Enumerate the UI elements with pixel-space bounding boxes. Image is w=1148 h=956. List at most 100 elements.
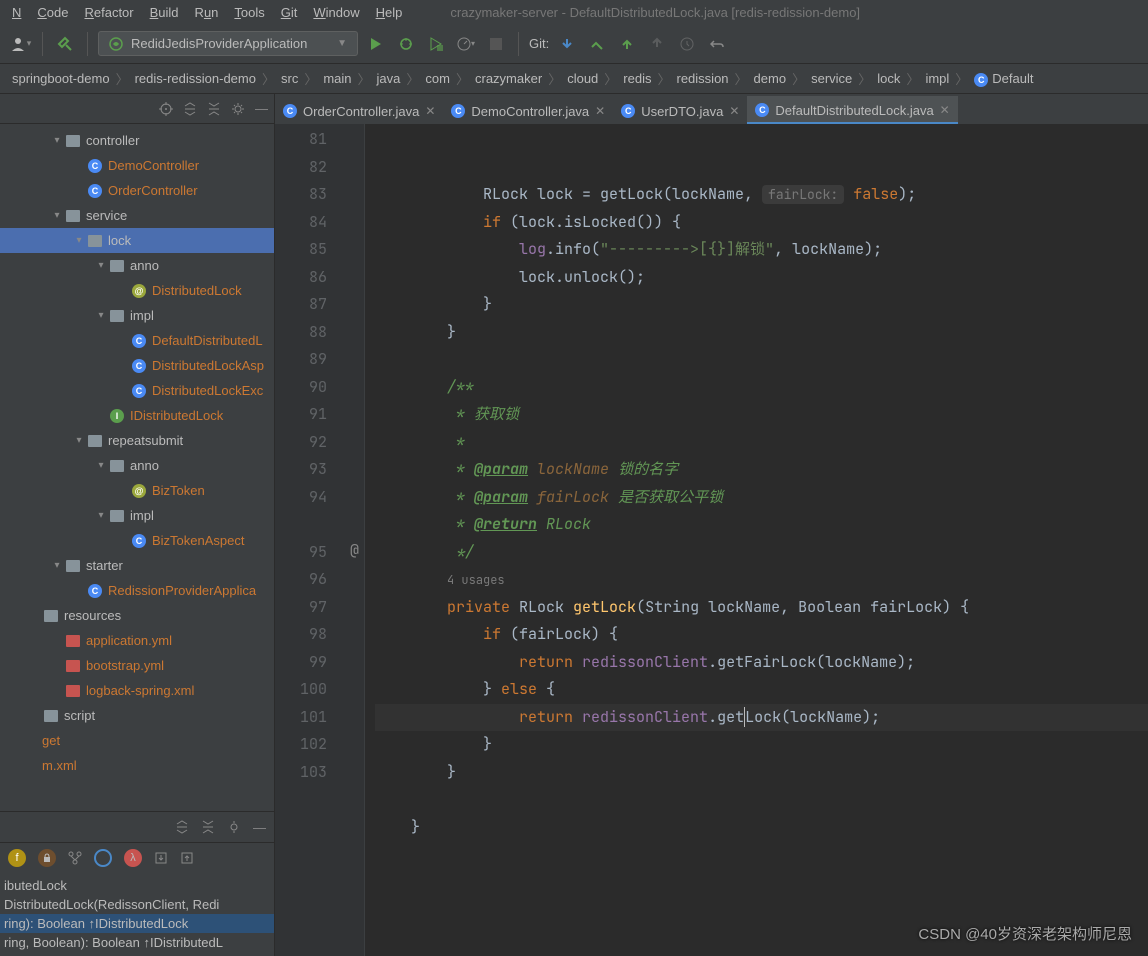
crumb[interactable]: springboot-demo [8, 71, 114, 86]
code-area[interactable]: 8182838485868788899091929394959697989910… [275, 124, 1148, 956]
editor-tab[interactable]: CDefaultDistributedLock.java✕ [747, 96, 957, 124]
target-icon[interactable] [159, 102, 173, 116]
filter-circle-icon[interactable] [94, 849, 112, 867]
menu-build[interactable]: Build [142, 3, 187, 22]
tree-item[interactable]: @DistributedLock [0, 278, 274, 303]
tree-item[interactable]: CDefaultDistributedL [0, 328, 274, 353]
structure-item[interactable]: ring, Boolean): Boolean ↑IDistributedL [0, 933, 274, 952]
gear-icon[interactable] [227, 820, 241, 834]
editor-tab[interactable]: CUserDTO.java✕ [613, 96, 747, 124]
git-commit-icon[interactable] [585, 32, 609, 56]
editor-tabs: COrderController.java✕CDemoController.ja… [275, 94, 1148, 124]
menu-code[interactable]: Code [29, 3, 76, 22]
tree-item[interactable]: IIDistributedLock [0, 403, 274, 428]
crumb[interactable]: crazymaker [471, 71, 546, 86]
tree-item[interactable]: ▾anno [0, 453, 274, 478]
tree-item[interactable]: bootstrap.yml [0, 653, 274, 678]
crumb[interactable]: redis [619, 71, 655, 86]
tree-item[interactable]: ▾anno [0, 253, 274, 278]
coverage-icon[interactable] [424, 32, 448, 56]
crumb[interactable]: redis-redission-demo [131, 71, 260, 86]
close-icon[interactable]: ✕ [729, 104, 739, 118]
tree-item[interactable]: script [0, 703, 274, 728]
tree-item[interactable]: @BizToken [0, 478, 274, 503]
filter-lock-icon[interactable] [38, 849, 56, 867]
tree-item[interactable]: ▾service [0, 203, 274, 228]
close-icon[interactable]: ✕ [940, 103, 950, 117]
close-icon[interactable]: ✕ [425, 104, 435, 118]
menu-tools[interactable]: Tools [226, 3, 272, 22]
tree-item[interactable]: COrderController [0, 178, 274, 203]
run-icon[interactable] [364, 32, 388, 56]
menu-window[interactable]: Window [305, 3, 367, 22]
crumb[interactable]: service [807, 71, 856, 86]
crumb[interactable]: src [277, 71, 302, 86]
arrow-down-icon[interactable] [154, 851, 168, 865]
tree-item[interactable]: ▾lock [0, 228, 274, 253]
filter-fields-icon[interactable]: f [8, 849, 26, 867]
filter-lambda-icon[interactable]: λ [124, 849, 142, 867]
project-tree[interactable]: ▾controllerCDemoControllerCOrderControll… [0, 124, 274, 811]
editor-tab[interactable]: CDemoController.java✕ [443, 96, 613, 124]
tree-item[interactable]: ▾controller [0, 128, 274, 153]
crumb[interactable]: java [373, 71, 405, 86]
tree-item[interactable]: CRedissionProviderApplica [0, 578, 274, 603]
tree-item[interactable]: logback-spring.xml [0, 678, 274, 703]
tree-item[interactable]: application.yml [0, 628, 274, 653]
crumb[interactable]: impl [921, 71, 953, 86]
structure-body[interactable]: ibutedLockDistributedLock(RedissonClient… [0, 872, 274, 956]
structure-item[interactable]: DistributedLock(RedissonClient, Redi [0, 895, 274, 914]
minimize-icon[interactable]: — [253, 820, 266, 835]
crumb[interactable]: com [421, 71, 454, 86]
tree-item[interactable]: CDistributedLockExc [0, 378, 274, 403]
run-config-dropdown[interactable]: RedidJedisProviderApplication ▼ [98, 31, 358, 56]
tree-item[interactable]: get [0, 728, 274, 753]
crumb[interactable]: demo [750, 71, 791, 86]
structure-item[interactable]: ibutedLock [0, 876, 274, 895]
tree-item[interactable]: ▾starter [0, 553, 274, 578]
tree-item[interactable]: CDemoController [0, 153, 274, 178]
profile-icon[interactable]: ▾ [454, 32, 478, 56]
expand-icon[interactable] [183, 102, 197, 116]
code[interactable]: RLock lock = getLock(lockName, fairLock:… [365, 124, 1148, 956]
collapse-icon[interactable] [201, 820, 215, 834]
menu-git[interactable]: Git [273, 3, 306, 22]
tree-item[interactable]: m.xml [0, 753, 274, 778]
branch-icon[interactable] [68, 851, 82, 865]
gear-icon[interactable] [231, 102, 245, 116]
git-push-icon[interactable] [615, 32, 639, 56]
arrow-up-icon[interactable] [180, 851, 194, 865]
collapse-icon[interactable] [207, 102, 221, 116]
menu-help[interactable]: Help [368, 3, 411, 22]
tree-item[interactable]: resources [0, 603, 274, 628]
clock-icon[interactable] [675, 32, 699, 56]
crumb[interactable]: CDefault [970, 71, 1037, 87]
crumb[interactable]: redission [673, 71, 733, 86]
tree-item[interactable]: ▾impl [0, 303, 274, 328]
close-icon[interactable]: ✕ [595, 104, 605, 118]
breadcrumb: springboot-demo〉redis-redission-demo〉src… [0, 64, 1148, 94]
expand-icon[interactable] [175, 820, 189, 834]
tree-item[interactable]: ▾impl [0, 503, 274, 528]
git-pull-icon[interactable] [555, 32, 579, 56]
menu-run[interactable]: Run [187, 3, 227, 22]
undo-icon[interactable] [705, 32, 729, 56]
hammer-icon[interactable] [53, 32, 77, 56]
menu-navigate[interactable]: N [4, 3, 29, 22]
user-icon[interactable]: ▾ [8, 32, 32, 56]
editor: COrderController.java✕CDemoController.ja… [275, 94, 1148, 956]
minimize-icon[interactable]: — [255, 101, 268, 116]
structure-item[interactable]: ring): Boolean ↑IDistributedLock [0, 914, 274, 933]
git-history-icon[interactable] [645, 32, 669, 56]
tree-item[interactable]: ▾repeatsubmit [0, 428, 274, 453]
stop-icon[interactable] [484, 32, 508, 56]
editor-tab[interactable]: COrderController.java✕ [275, 96, 443, 124]
debug-icon[interactable] [394, 32, 418, 56]
tree-item[interactable]: CDistributedLockAsp [0, 353, 274, 378]
crumb[interactable]: main [319, 71, 355, 86]
crumb[interactable]: lock [873, 71, 904, 86]
crumb[interactable]: cloud [563, 71, 602, 86]
menu-refactor[interactable]: Refactor [76, 3, 141, 22]
tree-item[interactable]: CBizTokenAspect [0, 528, 274, 553]
window-title: crazymaker-server - DefaultDistributedLo… [450, 5, 860, 20]
